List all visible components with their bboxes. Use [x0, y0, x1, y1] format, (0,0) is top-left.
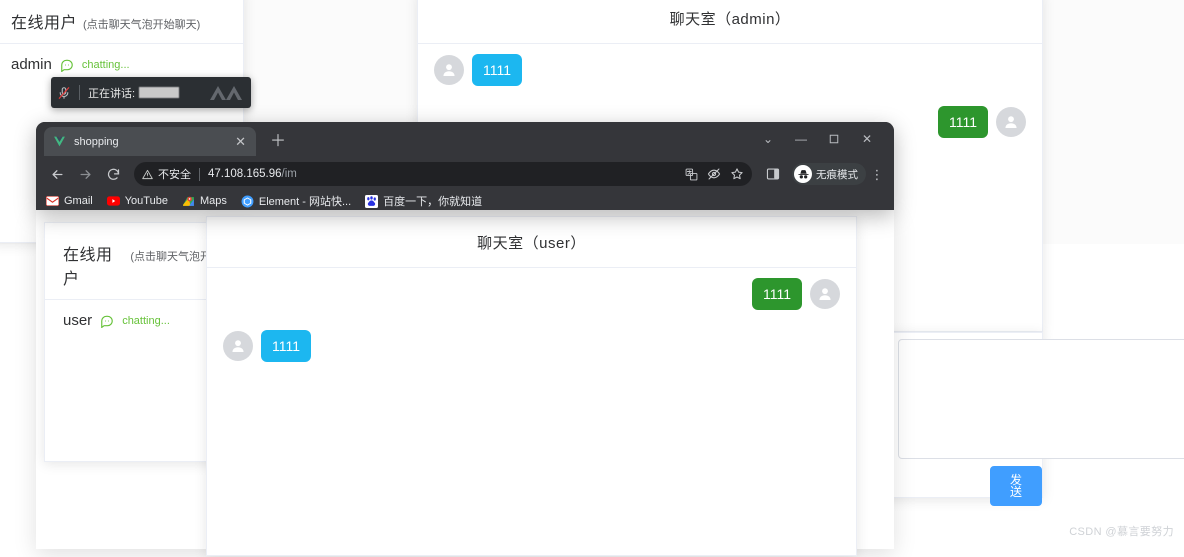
user-avatar-icon [223, 331, 253, 361]
baidu-icon [365, 194, 379, 208]
online-user-row-admin[interactable]: admin chatting... [0, 44, 243, 73]
url-host: 47.108.165.96 [208, 168, 282, 180]
chevrons-logo-icon [210, 84, 244, 101]
gmail-icon [46, 195, 59, 208]
redacted-speaker-name [139, 87, 180, 98]
bookmark-baidu[interactable]: 百度一下，你就知道 [365, 193, 482, 209]
online-user-name: admin [11, 56, 52, 73]
bookmark-label: 百度一下，你就知道 [383, 196, 483, 208]
user-avatar-icon [810, 279, 840, 309]
vue-logo-icon [52, 135, 66, 149]
close-icon[interactable]: ✕ [233, 135, 248, 148]
microphone-muted-icon[interactable] [51, 86, 77, 100]
bookmark-label: YouTube [124, 195, 168, 207]
chatroom-messages-user: 1111 1111 [207, 268, 856, 557]
bookmark-star-icon[interactable] [730, 167, 744, 181]
chatroom-title-admin: 聊天室（admin） [418, 0, 1042, 44]
message-bubble: 1111 [751, 278, 802, 310]
chat-bubble-icon[interactable] [60, 58, 74, 72]
online-users-title: 在线用户 [11, 15, 78, 32]
message-row: 1111 [207, 268, 856, 320]
bookmark-gmail[interactable]: Gmail [46, 195, 93, 208]
message-bubble: 1111 [261, 330, 312, 362]
plus-icon[interactable]: ＋ [268, 132, 288, 152]
online-user-status: chatting... [122, 314, 170, 327]
user-avatar-icon [996, 107, 1026, 137]
minimize-icon[interactable]: — [790, 129, 812, 149]
message-row: 1111 [418, 44, 1042, 96]
browser-window: shopping ✕ ＋ ⌄ — ✕ 不安全 47.108.165.96/im … [36, 122, 894, 210]
chatroom-title-user: 聊天室（user） [207, 217, 856, 268]
speaking-toast: 正在讲话: [51, 77, 251, 108]
bookmark-youtube[interactable]: YouTube [106, 195, 168, 208]
online-user-status: chatting... [81, 58, 130, 71]
google-maps-icon [182, 195, 195, 208]
warning-triangle-icon [142, 169, 153, 180]
message-bubble: 1111 [937, 106, 988, 138]
incognito-mode-indicator[interactable]: 无痕模式 [792, 163, 866, 185]
message-row: 1111 [207, 320, 856, 372]
bookmark-element[interactable]: Element - 网站快... [241, 193, 351, 209]
send-button[interactable]: 发送 [990, 466, 1042, 506]
csdn-watermark: CSDN @慕言要努力 [1069, 526, 1174, 538]
arrow-left-icon[interactable] [44, 161, 70, 187]
translate-icon[interactable] [685, 168, 698, 181]
address-bar[interactable]: 不安全 47.108.165.96/im [134, 162, 752, 186]
incognito-hat-icon [794, 165, 812, 183]
incognito-label: 无痕模式 [816, 168, 858, 181]
message-bubble: 1111 [472, 54, 523, 86]
url-path: /im [281, 168, 297, 180]
tab-strip: shopping ✕ ＋ ⌄ — ✕ [36, 122, 894, 156]
address-bar-url: 47.108.165.96/im [208, 168, 297, 180]
bookmark-label: Maps [199, 195, 227, 207]
eye-off-icon[interactable] [707, 167, 721, 181]
omnibox-divider [199, 167, 200, 181]
bookmark-maps[interactable]: Maps [182, 195, 227, 208]
user-avatar-icon [434, 55, 464, 85]
online-users-header: 在线用户 (点击聊天气泡开始聊天) [0, 0, 243, 44]
bookmark-label: Gmail [64, 195, 93, 207]
arrow-right-icon[interactable] [72, 161, 98, 187]
omnibox-actions [677, 167, 744, 181]
browser-toolbar: 不安全 47.108.165.96/im 无痕模式 ⋮ [36, 156, 894, 192]
youtube-icon [106, 195, 120, 208]
close-icon[interactable]: ✕ [856, 129, 878, 149]
chevron-down-icon[interactable]: ⌄ [757, 129, 779, 149]
kebab-menu-icon[interactable]: ⋮ [868, 168, 886, 181]
chatroom-window-user: 聊天室（user） 1111 1111 [206, 216, 857, 556]
bookmarks-bar: Gmail YouTube Maps Element - 网站快... 百度一下… [36, 192, 894, 210]
reload-icon[interactable] [100, 161, 126, 187]
security-warning-text: 不安全 [158, 169, 191, 181]
online-user-name: user [63, 312, 93, 329]
maximize-icon[interactable] [823, 129, 845, 149]
toast-divider [79, 85, 80, 100]
online-users-title: 在线用户 [63, 247, 113, 288]
chat-bubble-icon[interactable] [100, 314, 114, 328]
element-ui-icon [241, 195, 254, 208]
speaking-label: 正在讲话: [88, 87, 136, 100]
tab-title: shopping [74, 135, 119, 148]
online-users-hint: (点击聊天气泡开始聊天) [83, 19, 201, 31]
side-panel-icon[interactable] [760, 161, 786, 187]
bookmark-label: Element - 网站快... [258, 196, 352, 208]
tab-shopping[interactable]: shopping ✕ [44, 127, 256, 156]
message-textarea[interactable]: ◢ [898, 339, 1184, 459]
